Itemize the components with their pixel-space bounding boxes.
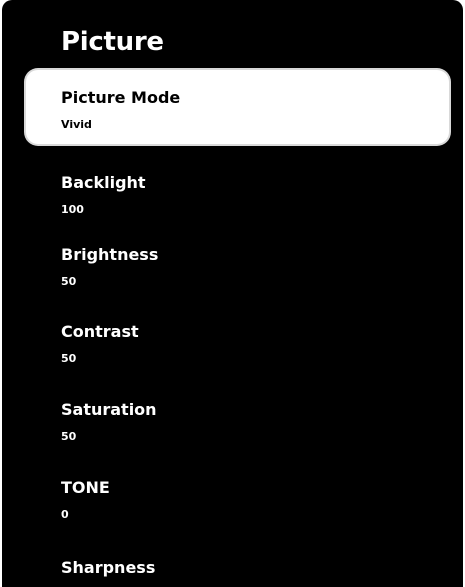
- menu-item-tone[interactable]: TONE 0: [26, 460, 449, 534]
- menu-item-label: Sharpness: [61, 558, 156, 577]
- menu-item-brightness[interactable]: Brightness 50: [26, 227, 449, 301]
- menu-item-label: Contrast: [61, 322, 139, 341]
- menu-item-sharpness[interactable]: Sharpness: [26, 540, 449, 587]
- menu-item-value: 50: [61, 275, 77, 288]
- page-title: Picture: [61, 27, 164, 57]
- menu-item-value: 50: [61, 430, 77, 443]
- menu-item-label: Picture Mode: [61, 88, 181, 107]
- menu-item-value: 0: [61, 508, 69, 521]
- menu-item-saturation[interactable]: Saturation 50: [26, 382, 449, 456]
- menu-item-value: 50: [61, 352, 77, 365]
- menu-item-contrast[interactable]: Contrast 50: [26, 304, 449, 378]
- menu-item-label: TONE: [61, 478, 110, 497]
- menu-item-label: Saturation: [61, 400, 157, 419]
- menu-item-label: Backlight: [61, 173, 146, 192]
- menu-item-value: 100: [61, 203, 84, 216]
- menu-item-value: Vivid: [61, 118, 92, 131]
- picture-settings-panel: Picture Picture Mode Vivid Backlight 100…: [2, 0, 463, 587]
- menu-item-backlight[interactable]: Backlight 100: [26, 155, 449, 229]
- menu-item-label: Brightness: [61, 245, 159, 264]
- menu-item-picture-mode[interactable]: Picture Mode Vivid: [26, 70, 449, 144]
